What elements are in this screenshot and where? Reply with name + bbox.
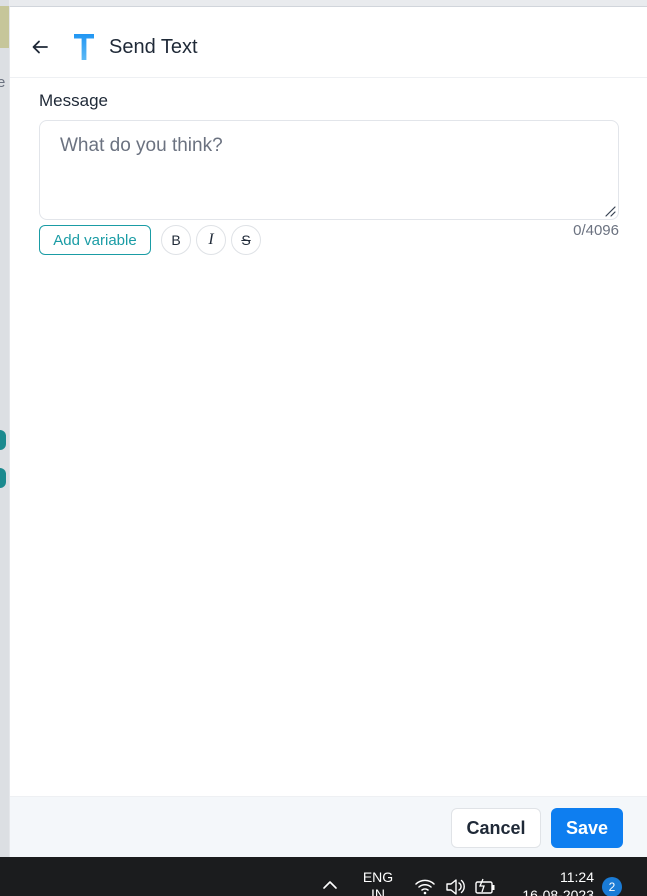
chevron-up-icon[interactable] <box>321 879 339 891</box>
wifi-icon[interactable] <box>414 877 436 895</box>
strikethrough-button[interactable]: S <box>231 225 261 255</box>
italic-button[interactable]: I <box>196 225 226 255</box>
arrow-left-icon <box>32 40 48 54</box>
drawer-header: Send Text <box>10 7 647 78</box>
message-label: Message <box>39 91 108 110</box>
background-text-fragment: e <box>0 74 6 91</box>
background-app-strip: e <box>0 0 9 857</box>
character-counter: 0/4096 <box>573 222 619 239</box>
notification-badge[interactable]: 2 <box>602 877 622 896</box>
background-node-handle <box>0 468 6 488</box>
os-taskbar: ENG IN 11:24 16-08-2023 2 <box>0 857 647 896</box>
add-variable-button[interactable]: Add variable <box>39 225 151 255</box>
message-textarea[interactable]: What do you think? <box>39 120 619 220</box>
drawer-title: Send Text <box>109 36 198 58</box>
background-node-handle <box>0 430 6 450</box>
clock-time: 11:24 <box>560 869 594 885</box>
volume-icon[interactable] <box>444 877 466 895</box>
background-header-fragment <box>0 6 9 48</box>
send-text-drawer: Send Text Message What do you think? Add… <box>9 6 647 858</box>
save-button[interactable]: Save <box>551 808 623 848</box>
drawer-footer: Cancel Save <box>10 796 647 858</box>
bold-button[interactable]: B <box>161 225 191 255</box>
language-indicator[interactable]: ENG IN <box>358 869 398 896</box>
resize-handle-icon[interactable] <box>604 205 616 217</box>
clock-date: 16-08-2023 <box>522 887 594 896</box>
cancel-button[interactable]: Cancel <box>451 808 541 848</box>
back-button[interactable] <box>29 36 51 58</box>
battery-icon[interactable] <box>474 877 496 895</box>
language-code: ENG <box>362 869 394 885</box>
clock[interactable]: 11:24 16-08-2023 <box>508 868 594 896</box>
message-placeholder: What do you think? <box>60 135 223 156</box>
language-region: IN <box>371 886 385 896</box>
text-t-icon <box>74 34 94 60</box>
